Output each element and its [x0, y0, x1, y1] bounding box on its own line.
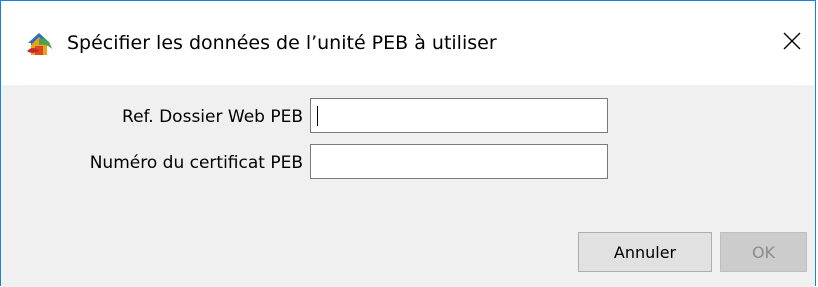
- text-caret: [317, 106, 318, 126]
- cancel-button[interactable]: Annuler: [578, 232, 712, 272]
- ref-dossier-label: Ref. Dossier Web PEB: [122, 107, 303, 127]
- certificat-number-label: Numéro du certificat PEB: [89, 153, 303, 173]
- peb-house-icon: [25, 29, 55, 59]
- dialog-body: Ref. Dossier Web PEB Numéro du certifica…: [1, 85, 815, 287]
- title-bar[interactable]: Spécifier les données de l’unité PEB à u…: [1, 1, 815, 85]
- window-title: Spécifier les données de l’unité PEB à u…: [67, 32, 497, 54]
- ref-dossier-input[interactable]: [310, 98, 608, 133]
- dialog-window: Spécifier les données de l’unité PEB à u…: [0, 0, 816, 287]
- close-button[interactable]: [769, 19, 815, 67]
- ok-button[interactable]: OK: [720, 232, 807, 272]
- certificat-number-input[interactable]: [310, 144, 608, 179]
- close-icon: [783, 32, 801, 54]
